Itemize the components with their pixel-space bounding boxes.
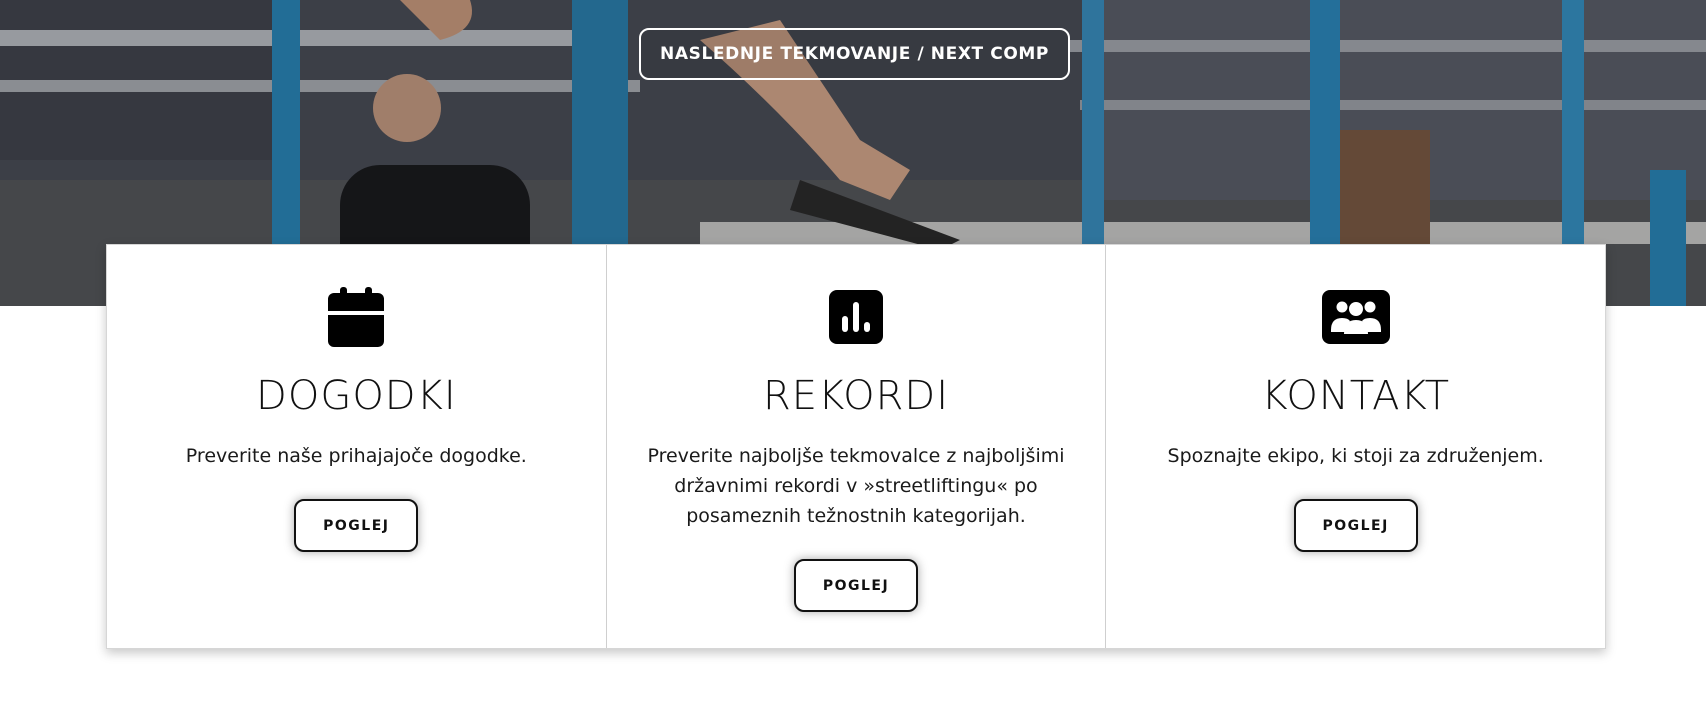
view-contact-button[interactable]: POGLEJ: [1293, 499, 1418, 552]
card-text-contact: Spoznajte ekipo, ki stoji za združenjem.: [1167, 445, 1544, 467]
card-title-contact: KONTAKT: [1261, 373, 1451, 419]
card-events: DOGODKI Preverite naše prihajajoče dogod…: [107, 245, 606, 648]
card-text-events: Preverite naše prihajajoče dogodke.: [185, 445, 527, 467]
card-title-events: DOGODKI: [256, 373, 457, 419]
next-competition-button[interactable]: NASLEDNJE TEKMOVANJE / NEXT COMP: [639, 28, 1070, 80]
people-group-icon: [1321, 283, 1390, 351]
feature-cards: DOGODKI Preverite naše prihajajoče dogod…: [106, 244, 1606, 649]
card-contact: KONTAKT Spoznajte ekipo, ki stoji za zdr…: [1105, 245, 1605, 648]
page: NASLEDNJE TEKMOVANJE / NEXT COMP DOGODKI…: [0, 0, 1706, 714]
calendar-icon: [322, 283, 390, 351]
view-records-button[interactable]: POGLEJ: [794, 559, 918, 612]
view-events-button[interactable]: POGLEJ: [294, 499, 419, 552]
card-title-records: REKORDI: [763, 373, 949, 419]
card-text-records: Preverite najboljše tekmovalce z najbolj…: [647, 445, 1065, 527]
bar-chart-icon: [822, 283, 890, 351]
card-records: REKORDI Preverite najboljše tekmovalce z…: [605, 245, 1106, 648]
